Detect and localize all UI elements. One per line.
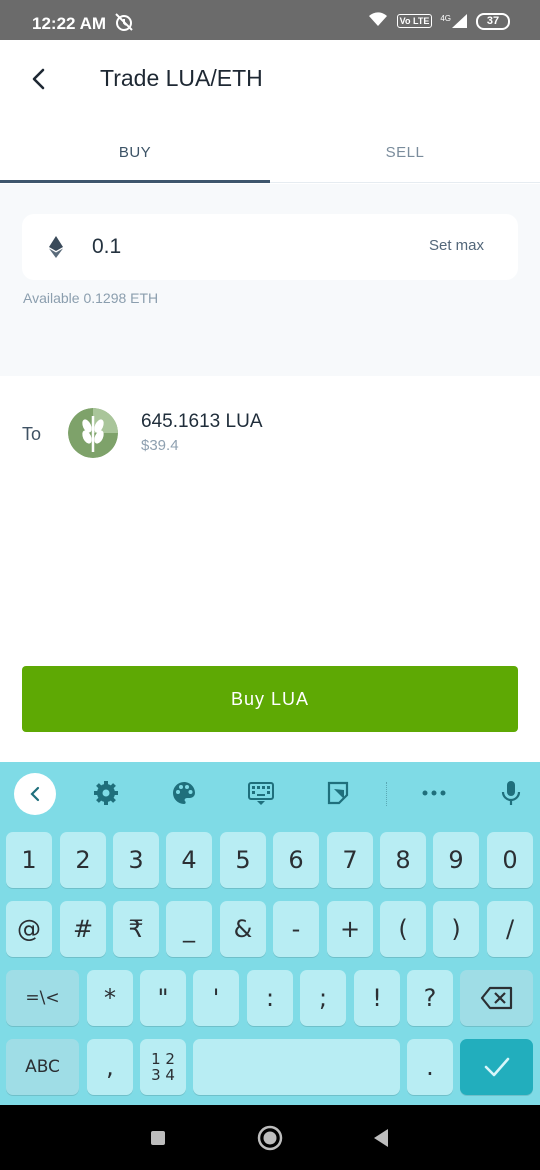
signal-icon: 4G	[440, 14, 468, 28]
key-6[interactable]: 6	[273, 832, 319, 888]
palette-icon[interactable]	[166, 776, 202, 810]
battery-level: 37	[486, 15, 500, 27]
page-title: Trade LUA/ETH	[100, 65, 263, 91]
key-semicolon[interactable]: ;	[300, 970, 346, 1026]
sticker-icon[interactable]	[320, 776, 356, 810]
app-header: Trade LUA/ETH	[0, 40, 540, 120]
keyboard-toolbar	[0, 762, 540, 824]
enter-key[interactable]	[460, 1039, 533, 1095]
backspace-icon	[480, 986, 512, 1010]
volte-badge: Vo LTE	[396, 14, 433, 28]
ethereum-icon	[48, 236, 64, 258]
key-close-paren[interactable]: )	[433, 901, 479, 957]
numpad-label: 1 2 3 4	[151, 1051, 175, 1083]
check-icon	[484, 1057, 509, 1077]
backspace-key[interactable]	[460, 970, 533, 1026]
battery-icon: 37	[476, 12, 510, 30]
collapse-icon[interactable]	[14, 773, 56, 815]
toolbar-separator	[386, 782, 387, 806]
key-1[interactable]: 1	[6, 832, 52, 888]
on-screen-keyboard: 1 2 3 4 5 6 7 8 9 0 @ # ₹ _ & - + ( ) / …	[0, 762, 540, 1105]
amount-card: Set max	[22, 214, 518, 280]
amount-section: Set max Available 0.1298 ETH	[0, 184, 540, 376]
key-4[interactable]: 4	[166, 832, 212, 888]
token-amount: 645.1613 LUA	[141, 411, 263, 432]
to-label: To	[22, 424, 42, 444]
key-question[interactable]: ?	[407, 970, 453, 1026]
key-8[interactable]: 8	[380, 832, 426, 888]
tab-indicator	[0, 180, 270, 183]
key-slash[interactable]: /	[487, 901, 533, 957]
key-single-quote[interactable]: '	[193, 970, 239, 1026]
key-2[interactable]: 2	[60, 832, 106, 888]
key-numpad[interactable]: 1 2 3 4	[140, 1039, 186, 1095]
chevron-left-icon	[32, 68, 45, 90]
tab-buy[interactable]: BUY	[0, 120, 270, 184]
numpad-label-bottom: 3 4	[151, 1066, 175, 1084]
key-period[interactable]: .	[407, 1039, 453, 1095]
status-time: 12:22 AM	[32, 14, 107, 33]
key-exclamation[interactable]: !	[354, 970, 400, 1026]
back-button[interactable]	[24, 62, 54, 96]
key-colon[interactable]: :	[247, 970, 293, 1026]
tab-divider	[270, 182, 540, 183]
mic-icon[interactable]	[493, 776, 529, 810]
key-3[interactable]: 3	[113, 832, 159, 888]
available-balance: Available 0.1298 ETH	[23, 290, 159, 306]
square-icon	[151, 1131, 165, 1145]
screen: 12:22 AM Vo LTE 4G 37 Trade LUA/ETH BUY …	[0, 0, 540, 1170]
settings-icon[interactable]	[88, 776, 124, 810]
alarm-off-icon	[113, 11, 135, 33]
trade-tabs: BUY SELL	[0, 120, 540, 184]
amount-input[interactable]	[92, 231, 392, 263]
home-circle-icon	[257, 1125, 283, 1151]
tab-sell[interactable]: SELL	[270, 120, 540, 184]
more-icon[interactable]	[416, 776, 452, 810]
key-more-symbols[interactable]: =\<	[6, 970, 79, 1026]
key-ampersand[interactable]: &	[220, 901, 266, 957]
key-comma[interactable]: ,	[87, 1039, 133, 1095]
triangle-back-icon	[374, 1129, 388, 1147]
key-rupee[interactable]: ₹	[113, 901, 159, 957]
key-hash[interactable]: #	[60, 901, 106, 957]
key-7[interactable]: 7	[327, 832, 373, 888]
key-9[interactable]: 9	[433, 832, 479, 888]
key-underscore[interactable]: _	[166, 901, 212, 957]
key-open-paren[interactable]: (	[380, 901, 426, 957]
buy-button[interactable]: Buy LUA	[22, 666, 518, 732]
set-max-button[interactable]: Set max	[429, 237, 484, 254]
status-bar: 12:22 AM Vo LTE 4G 37	[0, 0, 540, 40]
back-nav-button[interactable]	[366, 1123, 396, 1153]
key-space[interactable]	[193, 1039, 400, 1095]
keyboard-icon[interactable]	[243, 776, 279, 810]
key-5[interactable]: 5	[220, 832, 266, 888]
token-usd-value: $39.4	[141, 437, 179, 454]
recents-button[interactable]	[143, 1123, 173, 1153]
network-type: 4G	[440, 14, 451, 23]
navigation-bar	[0, 1105, 540, 1170]
key-abc[interactable]: ABC	[6, 1039, 79, 1095]
luaswap-wheat-icon	[68, 408, 118, 458]
key-asterisk[interactable]: *	[87, 970, 133, 1026]
home-button[interactable]	[255, 1123, 285, 1153]
key-double-quote[interactable]: "	[140, 970, 186, 1026]
key-minus[interactable]: -	[273, 901, 319, 957]
key-plus[interactable]: +	[327, 901, 373, 957]
status-icons: Vo LTE 4G 37	[367, 11, 510, 31]
key-0[interactable]: 0	[487, 832, 533, 888]
key-at[interactable]: @	[6, 901, 52, 957]
wifi-icon	[367, 10, 389, 33]
numpad-label-top: 1 2	[151, 1050, 175, 1068]
